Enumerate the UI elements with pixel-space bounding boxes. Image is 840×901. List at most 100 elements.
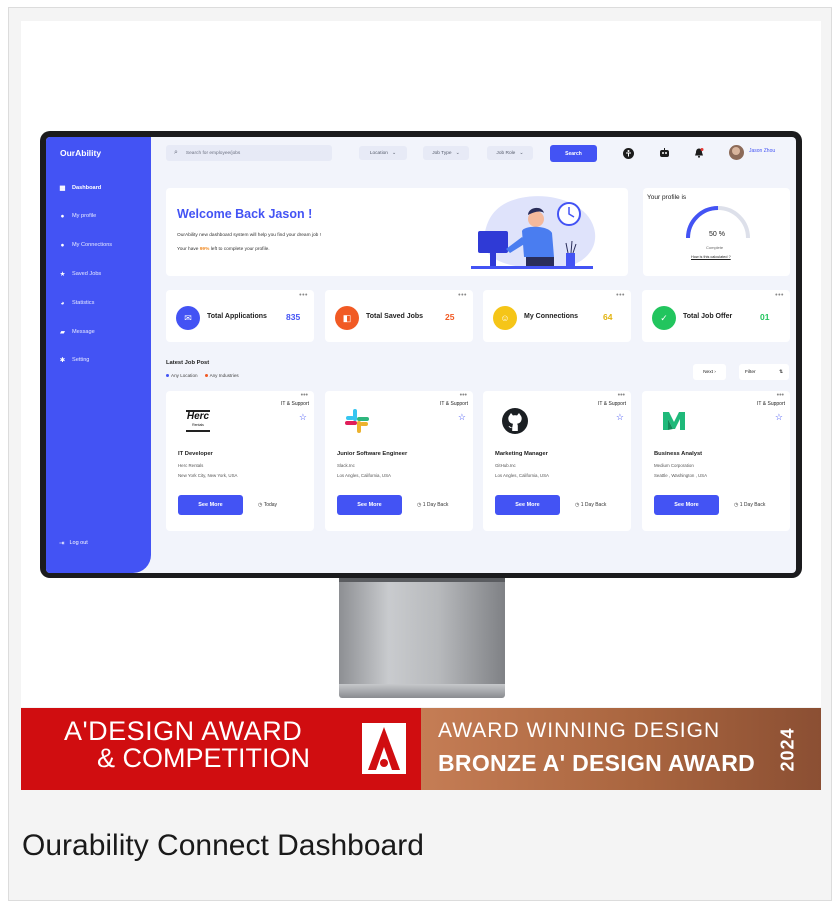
stat-card-saved-jobs[interactable]: ••• ◧ Total Saved Jobs 25 bbox=[325, 290, 473, 342]
job-company: Herc Rentals bbox=[178, 463, 204, 468]
job-posted-time: ◷ 1 Day Back bbox=[734, 502, 765, 508]
award-title-line1: A'DESIGN AWARD bbox=[64, 716, 303, 746]
job-card[interactable]: ••• IT & Support ☆ Marketing Manager Git… bbox=[483, 391, 631, 531]
dashboard-screen: OurAbility ▦ Dashboard ● My profile ● My… bbox=[46, 137, 796, 573]
search-button[interactable]: Search bbox=[550, 145, 597, 162]
stat-card-applications[interactable]: ••• ✉ Total Applications 835 bbox=[166, 290, 314, 342]
latest-jobs-title: Latest Job Post bbox=[166, 360, 210, 366]
app-logo[interactable]: OurAbility bbox=[60, 148, 101, 158]
logout-button[interactable]: ⇥ Log out bbox=[59, 539, 88, 547]
stat-label: My Connections bbox=[524, 313, 579, 320]
connections-icon: ☺ bbox=[493, 306, 517, 330]
see-more-button[interactable]: See More bbox=[495, 495, 560, 515]
clock-icon: ◷ bbox=[258, 502, 263, 508]
welcome-title: Welcome Back Jason ! bbox=[177, 207, 313, 221]
more-options-icon[interactable]: ••• bbox=[777, 392, 784, 399]
job-posted-label: Today bbox=[263, 502, 278, 508]
applications-icon: ✉ bbox=[176, 306, 200, 330]
more-options-icon[interactable]: ••• bbox=[301, 392, 308, 399]
herc-rentals-logo: Herc Rentals bbox=[178, 401, 218, 441]
see-more-button[interactable]: See More bbox=[654, 495, 719, 515]
location-dropdown[interactable]: Location ⌄ bbox=[359, 146, 407, 160]
sidebar-item-dashboard[interactable]: ▦ Dashboard bbox=[59, 182, 101, 194]
sidebar-item-my-connections[interactable]: ● My Connections bbox=[59, 239, 113, 251]
sidebar-item-saved-jobs[interactable]: ★ Saved Jobs bbox=[59, 268, 102, 280]
more-options-icon[interactable]: ••• bbox=[299, 292, 308, 299]
monitor-foot bbox=[339, 684, 505, 698]
bookmark-star-icon[interactable]: ☆ bbox=[616, 412, 624, 423]
sidebar-item-setting[interactable]: ✱ Setting bbox=[59, 354, 90, 366]
a-design-logo-mark bbox=[362, 723, 406, 774]
remaining-percent: 99% bbox=[199, 247, 210, 252]
sidebar-item-my-profile[interactable]: ● My profile bbox=[59, 210, 97, 222]
job-location: New York City, New York, USA bbox=[178, 473, 238, 478]
welcome-subtitle: OurAbility new dashboard system will hel… bbox=[177, 233, 321, 238]
more-options-icon[interactable]: ••• bbox=[458, 292, 467, 299]
bookmark-star-icon[interactable]: ☆ bbox=[775, 412, 783, 423]
sidebar-item-label: My profile bbox=[72, 213, 97, 219]
search-input[interactable]: ⌕ Search for employee/jobs bbox=[166, 145, 332, 161]
stat-card-connections[interactable]: ••• ☺ My Connections 64 bbox=[483, 290, 631, 342]
project-caption[interactable]: Ourability Connect Dashboard bbox=[22, 829, 424, 863]
bookmark-star-icon[interactable]: ☆ bbox=[299, 412, 307, 423]
job-title: IT Developer bbox=[178, 451, 213, 457]
stat-label: Total Applications bbox=[207, 313, 267, 320]
remaining-pre: Your have bbox=[177, 247, 200, 252]
stat-card-job-offer[interactable]: ••• ✓ Total Job Offer 01 bbox=[642, 290, 790, 342]
filter-chip-location[interactable]: Any Location bbox=[166, 373, 198, 378]
job-card[interactable]: ••• IT & Support ☆ Herc Rentals IT Devel… bbox=[166, 391, 314, 531]
bell-icon[interactable] bbox=[693, 147, 705, 159]
job-title: Business Analyst bbox=[654, 451, 703, 457]
job-type-label: Job Type bbox=[432, 150, 452, 156]
next-button[interactable]: Next › bbox=[693, 364, 726, 380]
avatar[interactable] bbox=[729, 145, 744, 160]
job-card[interactable]: ••• IT & Support ☆ Business Analyst Medi… bbox=[642, 391, 790, 531]
search-icon: ⌕ bbox=[174, 149, 178, 156]
job-role-dropdown[interactable]: Job Role ⌄ bbox=[487, 146, 533, 160]
sidebar-item-message[interactable]: ▰ Message bbox=[59, 326, 95, 338]
see-more-button[interactable]: See More bbox=[337, 495, 402, 515]
job-category: IT & Support bbox=[281, 401, 309, 407]
job-title: Marketing Manager bbox=[495, 451, 548, 457]
profile-how-link[interactable]: How is this calculated ? bbox=[691, 255, 731, 259]
bronze-award-label: BRONZE A' DESIGN AWARD bbox=[438, 750, 756, 776]
job-posted-time: ◷ 1 Day Back bbox=[417, 502, 448, 508]
chevron-down-icon: ⌄ bbox=[519, 150, 524, 156]
more-options-icon[interactable]: ••• bbox=[616, 292, 625, 299]
job-card[interactable]: ••• IT & Support ☆ Junior Software Engin… bbox=[325, 391, 473, 531]
job-posted-label: 1 Day Back bbox=[739, 502, 766, 508]
more-options-icon[interactable]: ••• bbox=[618, 392, 625, 399]
more-options-icon[interactable]: ••• bbox=[460, 392, 467, 399]
job-location: Los Angles, California, USA bbox=[337, 473, 391, 478]
award-winning-label: AWARD WINNING DESIGN bbox=[438, 719, 721, 742]
bookmark-star-icon[interactable]: ☆ bbox=[458, 412, 466, 423]
stat-value: 01 bbox=[760, 312, 770, 322]
sidebar-item-label: Dashboard bbox=[72, 185, 102, 191]
grid-icon: ▦ bbox=[59, 185, 66, 192]
job-category: IT & Support bbox=[757, 401, 785, 407]
job-role-label: Job Role bbox=[496, 150, 516, 156]
award-year-label: 2024 bbox=[777, 726, 798, 772]
job-posted-time: ◷ 1 Day Back bbox=[575, 502, 606, 508]
stat-value: 835 bbox=[286, 312, 301, 322]
worker-illustration bbox=[471, 196, 596, 270]
award-title-line2: & COMPETITION bbox=[97, 743, 311, 773]
more-options-icon[interactable]: ••• bbox=[775, 292, 784, 299]
job-type-dropdown[interactable]: Job Type ⌄ bbox=[423, 146, 469, 160]
bot-icon[interactable] bbox=[658, 147, 670, 159]
accessibility-icon[interactable] bbox=[622, 147, 634, 159]
user-name[interactable]: Jason Zhou bbox=[749, 148, 775, 154]
award-banner-right: AWARD WINNING DESIGN BRONZE A' DESIGN AW… bbox=[421, 708, 821, 790]
job-company: Slack.Inc bbox=[337, 463, 355, 468]
sidebar-item-label: My Connections bbox=[72, 242, 113, 248]
filter-button[interactable]: Filter ⇅ bbox=[739, 364, 789, 380]
stat-value: 25 bbox=[445, 312, 455, 322]
filter-chip-label: Any Location bbox=[171, 373, 198, 378]
sidebar-item-label: Statistics bbox=[72, 300, 95, 306]
see-more-button[interactable]: See More bbox=[178, 495, 243, 515]
profile-remaining-text: Your have 99% left to complete your prof… bbox=[177, 247, 270, 252]
star-icon: ★ bbox=[59, 271, 66, 278]
next-label: Next bbox=[703, 369, 713, 375]
sidebar-item-statistics[interactable]: ◕ Statistics bbox=[59, 297, 95, 309]
filter-chip-industries[interactable]: Any Industries bbox=[204, 373, 239, 378]
